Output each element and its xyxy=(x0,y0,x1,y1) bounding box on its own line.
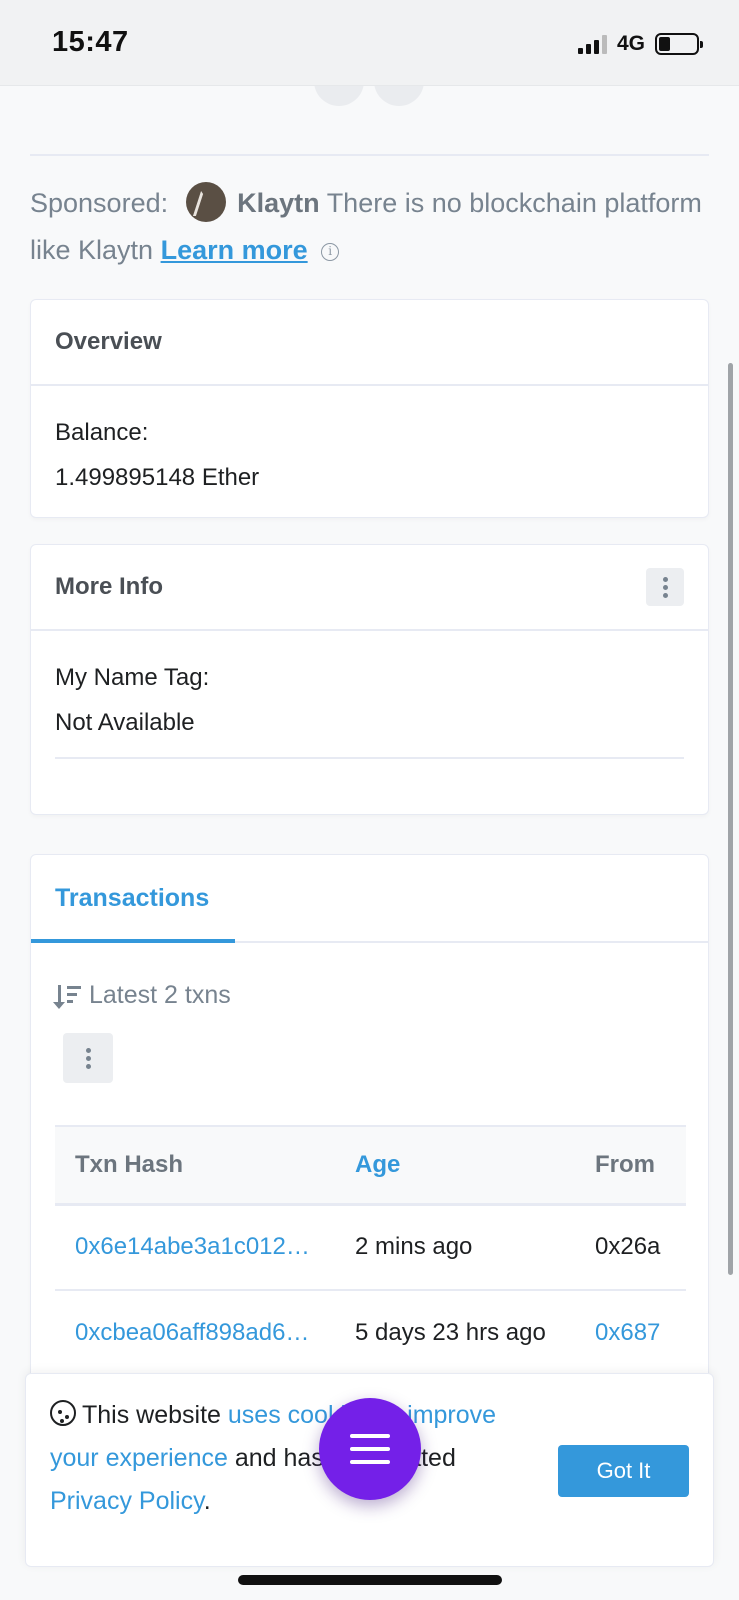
overview-card: Overview Balance: 1.499895148 Ether xyxy=(30,299,709,518)
more-info-card: More Info My Name Tag: Not Available xyxy=(30,544,709,815)
name-tag-value: Not Available xyxy=(55,709,195,736)
cookie-text-part: This website xyxy=(82,1401,228,1429)
transactions-table: Txn Hash Age From 0x6e14abe3a1c012… 2 mi… xyxy=(55,1125,686,1377)
scrollbar[interactable] xyxy=(728,363,733,1275)
got-it-button[interactable]: Got It xyxy=(558,1445,689,1497)
privacy-policy-link[interactable]: Privacy Policy xyxy=(50,1487,204,1515)
tab-bar: Transactions xyxy=(31,855,708,943)
txn-from: 0x26a xyxy=(595,1204,686,1291)
learn-more-link[interactable]: Learn more xyxy=(161,235,308,265)
table-row: 0xcbea06aff898ad6… 5 days 23 hrs ago 0x6… xyxy=(55,1290,686,1377)
cookie-text-part: . xyxy=(203,1487,211,1515)
cookie-message: This website uses cookies to improve you… xyxy=(50,1394,530,1523)
klaytn-logo-icon xyxy=(185,181,226,222)
home-indicator[interactable] xyxy=(238,1575,502,1585)
txn-hash-link[interactable]: 0x6e14abe3a1c012… xyxy=(75,1233,310,1260)
txn-age: 2 mins ago xyxy=(355,1204,595,1291)
info-icon[interactable]: i xyxy=(321,242,340,261)
signal-icon xyxy=(577,34,607,54)
transactions-table-wrapper[interactable]: Txn Hash Age From 0x6e14abe3a1c012… 2 mi… xyxy=(55,1125,686,1377)
status-bar: 15:47 4G xyxy=(0,0,739,86)
overview-title: Overview xyxy=(55,328,162,355)
sort-descending-icon xyxy=(53,983,81,1009)
latest-txns-label: Latest 2 txns xyxy=(89,981,231,1009)
divider xyxy=(55,757,684,759)
balance-value: 1.499895148 Ether xyxy=(55,464,260,491)
hamburger-icon xyxy=(350,1434,390,1438)
column-header-txn-hash: Txn Hash xyxy=(55,1125,355,1206)
table-header-row: Txn Hash Age From xyxy=(55,1125,686,1206)
column-header-from: From xyxy=(595,1125,686,1206)
more-options-button[interactable] xyxy=(646,568,684,606)
battery-icon xyxy=(655,33,703,55)
overview-header: Overview xyxy=(31,300,708,386)
latest-txns: Latest 2 txns xyxy=(53,981,231,1010)
txn-from-link[interactable]: 0x687 xyxy=(595,1319,660,1346)
column-header-age[interactable]: Age xyxy=(355,1125,595,1206)
cookie-icon xyxy=(50,1400,76,1427)
divider xyxy=(30,154,709,156)
status-time: 15:47 xyxy=(52,26,129,58)
txn-hash-link[interactable]: 0xcbea06aff898ad6… xyxy=(75,1319,309,1346)
balance-label: Balance: xyxy=(55,419,149,446)
overview-body: Balance: 1.499895148 Ether xyxy=(31,386,708,524)
network-label: 4G xyxy=(616,32,645,55)
more-info-header: More Info xyxy=(31,545,708,631)
more-info-title: More Info xyxy=(55,573,163,600)
table-row: 0x6e14abe3a1c012… 2 mins ago 0x26a xyxy=(55,1204,686,1291)
status-indicators: 4G xyxy=(577,32,703,56)
sponsor-name: Klaytn xyxy=(237,188,320,218)
tab-transactions[interactable]: Transactions xyxy=(31,855,235,943)
sponsored-banner: Sponsored: Klaytn There is no blockchain… xyxy=(30,180,710,274)
txn-age: 5 days 23 hrs ago xyxy=(355,1290,595,1377)
more-info-body: My Name Tag: Not Available xyxy=(31,631,708,783)
menu-fab-button[interactable] xyxy=(319,1398,421,1500)
sponsored-label: Sponsored: xyxy=(30,188,169,218)
transactions-card: Transactions Latest 2 txns Txn Hash Age … xyxy=(30,854,709,1414)
transactions-options-button[interactable] xyxy=(63,1033,113,1083)
name-tag-label: My Name Tag: xyxy=(55,664,210,691)
